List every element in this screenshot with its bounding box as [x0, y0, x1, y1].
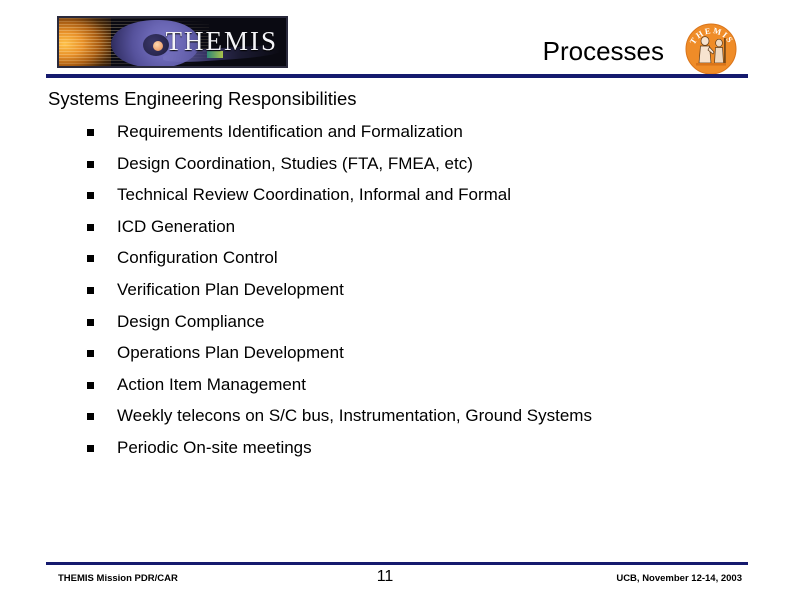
list-item: ICD Generation	[0, 211, 792, 243]
list-item-label: Design Coordination, Studies (FTA, FMEA,…	[117, 153, 473, 173]
list-item: Design Coordination, Studies (FTA, FMEA,…	[0, 148, 792, 180]
list-item: Weekly telecons on S/C bus, Instrumentat…	[0, 400, 792, 432]
themis-banner-logo: THEMIS	[57, 16, 288, 68]
header-divider	[46, 74, 748, 78]
list-item-label: Action Item Management	[117, 374, 306, 394]
list-item: Requirements Identification and Formaliz…	[0, 116, 792, 148]
list-item-label: ICD Generation	[117, 216, 236, 236]
page-title: Processes	[542, 36, 664, 66]
list-item-label: Operations Plan Development	[117, 343, 344, 363]
square-bullet-icon	[87, 444, 94, 452]
list-item-label: Requirements Identification and Formaliz…	[117, 122, 463, 141]
square-bullet-icon	[87, 129, 94, 136]
square-bullet-icon	[87, 286, 94, 294]
square-bullet-icon	[87, 350, 94, 358]
list-item: Technical Review Coordination, Informal …	[0, 179, 792, 211]
list-item: Configuration Control	[0, 242, 792, 274]
list-item-label: Periodic On-site meetings	[117, 437, 312, 457]
themis-wordmark: THEMIS	[165, 25, 278, 56]
slide-header: THEMIS Processes THEMIS	[0, 0, 792, 84]
section-heading: Systems Engineering Responsibilities	[48, 88, 357, 109]
list-item: Verification Plan Development	[0, 274, 792, 306]
responsibilities-bullet-list: Requirements Identification and Formaliz…	[0, 116, 792, 464]
list-item: Design Compliance	[0, 306, 792, 338]
list-item-label: Technical Review Coordination, Informal …	[117, 185, 512, 205]
footer-divider	[46, 562, 748, 565]
list-item-label: Weekly telecons on S/C bus, Instrumentat…	[117, 406, 592, 426]
square-bullet-icon	[87, 223, 94, 231]
square-bullet-icon	[87, 255, 94, 263]
list-item-label: Configuration Control	[117, 248, 278, 268]
themis-seal-icon: THEMIS	[684, 22, 738, 76]
list-item: Operations Plan Development	[0, 337, 792, 369]
square-bullet-icon	[87, 413, 94, 421]
slide-footer: THEMIS Mission PDR/CAR 11 UCB, November …	[0, 568, 792, 592]
footer-event-label: UCB, November 12-14, 2003	[616, 573, 742, 584]
square-bullet-icon	[87, 192, 94, 200]
list-item: Action Item Management	[0, 369, 792, 401]
list-item-label: Verification Plan Development	[117, 279, 344, 299]
list-item-label: Design Compliance	[117, 311, 265, 331]
list-item: Periodic On-site meetings	[0, 432, 792, 464]
square-bullet-icon	[87, 318, 94, 326]
square-bullet-icon	[87, 160, 94, 168]
square-bullet-icon	[87, 381, 94, 389]
